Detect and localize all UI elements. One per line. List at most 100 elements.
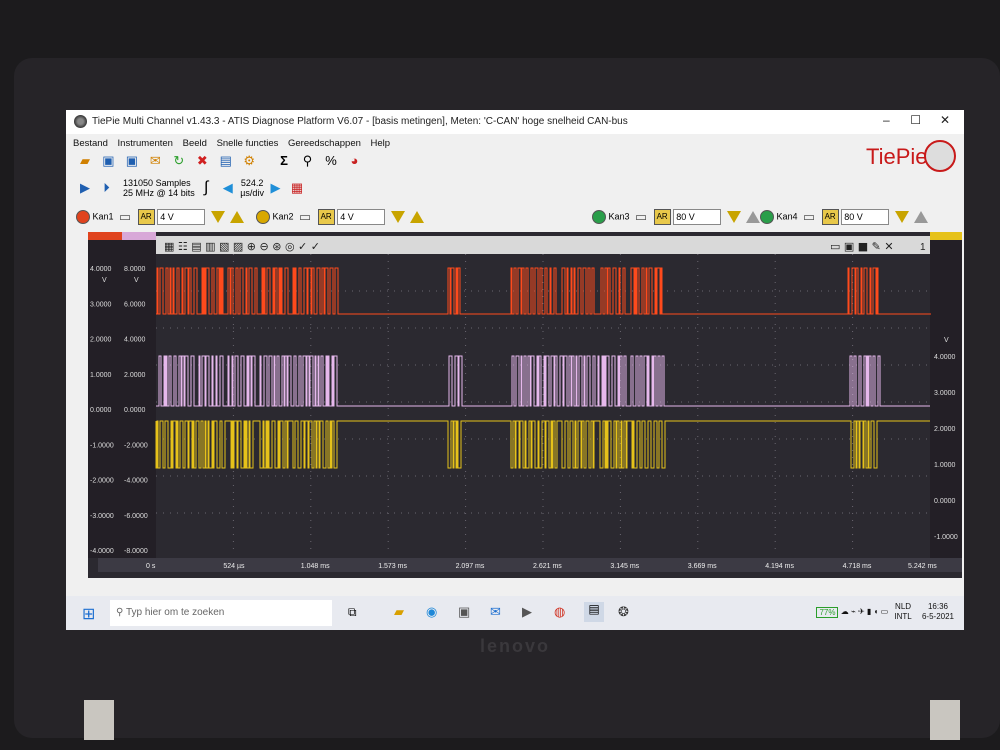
- mail-icon[interactable]: ✉: [146, 152, 164, 170]
- acquisition-bar: ▶ ⏵ 131050 Samples 25 MHz @ 14 bits ∫ ◀ …: [76, 178, 307, 204]
- record-length-icon[interactable]: ▦: [288, 179, 306, 197]
- menu-snelle-functies[interactable]: Snelle functies: [217, 138, 279, 149]
- ch4-label: Kan4: [776, 211, 798, 222]
- ch1-range-up-icon[interactable]: [230, 211, 245, 223]
- y-tick-ch1: 0.0000: [90, 407, 112, 414]
- tray-icons[interactable]: ☁ ⌁ ✈ ▮ ◖ ▭: [841, 607, 888, 616]
- scope-graph[interactable]: ▦ ☷ ▤ ▥ ▧ ▨ ⊕ ⊖ ⊛ ◎ ✓ ✓ ▭ ▣ ■ ✎ ✕ 1 4.00…: [88, 232, 962, 578]
- ch2-range-up-icon[interactable]: [410, 211, 425, 223]
- menu-bestand[interactable]: Bestand: [73, 138, 108, 149]
- y-tick-ch1: 2.0000: [90, 337, 112, 344]
- chart-wheel-icon[interactable]: ◕: [345, 152, 363, 170]
- refresh-icon[interactable]: ↻: [170, 152, 188, 170]
- ch4-range-up-icon[interactable]: [914, 211, 929, 223]
- ch3-range-up-icon[interactable]: [746, 211, 761, 223]
- time-tick: 1.573 ms: [378, 563, 407, 570]
- timebase-increase-icon[interactable]: ▶: [266, 179, 284, 197]
- main-toolbar: ▰ ▣ ▣ ✉ ↻ ✖ ▤ ⚙ Σ ⚲ % ◕: [76, 152, 364, 176]
- plot-toolbar-right-icons[interactable]: ▭ ▣ ■ ✎ ✕: [830, 240, 894, 253]
- battery-indicator[interactable]: 77%: [816, 606, 839, 618]
- ch2-range-select[interactable]: 4 V: [337, 209, 386, 225]
- time-tick: 3.669 ms: [688, 563, 717, 570]
- cursor-count: 1: [920, 242, 926, 253]
- window-title: TiePie Multi Channel v1.43.3 - ATIS Diag…: [92, 116, 628, 127]
- probe-icon[interactable]: ⚲: [299, 152, 317, 170]
- media-icon[interactable]: ▶: [522, 604, 532, 620]
- store-icon[interactable]: ▣: [458, 604, 470, 620]
- tiepie-taskbar-icon[interactable]: ▤: [584, 602, 604, 622]
- windows-start-icon[interactable]: ⊞: [82, 604, 95, 624]
- delete-icon[interactable]: ✖: [193, 152, 211, 170]
- title-bar: TiePie Multi Channel v1.43.3 - ATIS Diag…: [66, 110, 964, 134]
- ch3-range-select[interactable]: 80 V: [673, 209, 722, 225]
- y-tick-ch2: 6.0000: [124, 301, 146, 308]
- sum-icon[interactable]: Σ: [275, 152, 293, 170]
- save-icon[interactable]: ▣: [99, 152, 117, 170]
- y-tick-ch1: 3.0000: [90, 301, 112, 308]
- percent-icon[interactable]: %: [322, 152, 340, 170]
- search-icon: ⚲: [116, 607, 124, 618]
- ch4-indicator-icon[interactable]: [760, 210, 774, 224]
- ch4-range-select[interactable]: 80 V: [841, 209, 890, 225]
- ch1-autorange-button[interactable]: AR: [137, 209, 155, 225]
- lang-layout[interactable]: INTL: [894, 612, 911, 621]
- file-explorer-icon[interactable]: ▰: [394, 604, 404, 620]
- ch1-range-select[interactable]: 4 V: [157, 209, 206, 225]
- edge-icon[interactable]: ◉: [426, 604, 437, 620]
- ch4-range-down-icon[interactable]: [894, 211, 909, 223]
- y-tick-ch2: -8.0000: [124, 548, 148, 555]
- ch3-indicator-icon[interactable]: [592, 210, 606, 224]
- lang-code[interactable]: NLD: [895, 602, 911, 611]
- ch3-coupling-icon[interactable]: ▭: [632, 208, 650, 226]
- clock-date[interactable]: 6-5-2021: [922, 612, 954, 621]
- time-tick: 3.145 ms: [610, 563, 639, 570]
- ch4-coupling-icon[interactable]: ▭: [800, 208, 818, 226]
- ch1-range-down-icon[interactable]: [210, 211, 225, 223]
- ch2-range-down-icon[interactable]: [390, 211, 405, 223]
- task-view-icon[interactable]: ⧉: [348, 605, 357, 620]
- maximize-icon[interactable]: ☐: [903, 113, 929, 127]
- ch2-coupling-icon[interactable]: ▭: [296, 208, 314, 226]
- y-tick-ch3: 4.0000: [934, 354, 956, 361]
- y-tick-ch1: 1.0000: [90, 372, 112, 379]
- menu-help[interactable]: Help: [371, 138, 391, 149]
- trigger-slope-icon[interactable]: ∫: [197, 179, 215, 197]
- minimize-icon[interactable]: –: [873, 113, 899, 127]
- tiepie-logo: TiePie: [866, 138, 956, 174]
- menu-gereedschappen[interactable]: Gereedschappen: [288, 138, 361, 149]
- ch1-unit: V: [102, 277, 107, 284]
- plot-toolbar-icons[interactable]: ▦ ☷ ▤ ▥ ▧ ▨ ⊕ ⊖ ⊛ ◎ ✓ ✓: [164, 240, 320, 253]
- ch3-range-down-icon[interactable]: [726, 211, 741, 223]
- taskbar-search[interactable]: ⚲ Typ hier om te zoeken: [110, 600, 332, 626]
- ch2-indicator-icon[interactable]: [256, 210, 270, 224]
- open-folder-icon[interactable]: ▰: [76, 152, 94, 170]
- run-icon[interactable]: ▶: [76, 179, 94, 197]
- time-tick: 4.194 ms: [765, 563, 794, 570]
- ch4-autorange-button[interactable]: AR: [821, 209, 839, 225]
- chrome-icon[interactable]: ◍: [554, 604, 565, 620]
- print-icon[interactable]: ▤: [217, 152, 235, 170]
- ch2-autorange-button[interactable]: AR: [317, 209, 335, 225]
- time-tick: 4.718 ms: [843, 563, 872, 570]
- close-icon[interactable]: ✕: [932, 113, 958, 127]
- save-as-icon[interactable]: ▣: [123, 152, 141, 170]
- sample-count: 131050 Samples: [123, 178, 191, 188]
- y-tick-ch2: 0.0000: [124, 407, 146, 414]
- y-tick-ch2: 4.0000: [124, 337, 146, 344]
- single-shot-icon[interactable]: ⏵: [98, 179, 116, 197]
- clock-time[interactable]: 16:36: [928, 602, 948, 611]
- time-axis: 0 s 524 µs 1.048 ms 1.573 ms 2.097 ms 2.621 m…: [98, 558, 962, 572]
- menu-instrumenten[interactable]: Instrumenten: [118, 138, 173, 149]
- system-tray: 77% ☁ ⌁ ✈ ▮ ◖ ▭ NLD INTL 16:36 6-5-2021: [816, 602, 954, 622]
- menu-bar: Bestand Instrumenten Beeld Snelle functi…: [66, 134, 964, 152]
- timebase-decrease-icon[interactable]: ◀: [219, 179, 237, 197]
- y-tick-ch1: -4.0000: [90, 548, 114, 555]
- y-tick-ch2: 8.0000: [124, 266, 146, 273]
- ch1-indicator-icon[interactable]: [76, 210, 90, 224]
- atis-icon[interactable]: ❂: [618, 604, 629, 620]
- mail-app-icon[interactable]: ✉: [490, 604, 501, 620]
- menu-beeld[interactable]: Beeld: [183, 138, 207, 149]
- ch1-coupling-icon[interactable]: ▭: [116, 208, 134, 226]
- settings-gear-icon[interactable]: ⚙: [240, 152, 258, 170]
- ch3-autorange-button[interactable]: AR: [653, 209, 671, 225]
